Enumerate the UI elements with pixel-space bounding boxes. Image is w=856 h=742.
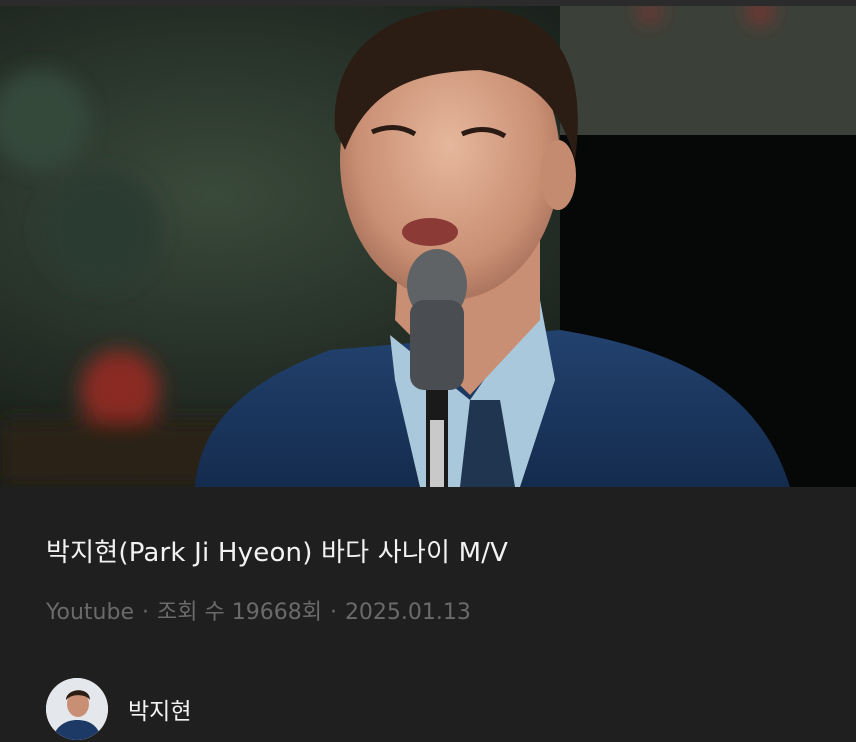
upload-date: 2025.01.13 [344,600,471,625]
channel-row[interactable]: 박지현 [46,677,191,741]
channel-name[interactable]: 박지현 [128,692,191,726]
channel-avatar[interactable] [46,678,108,740]
video-meta: Youtube · 조회 수 19668회 · 2025.01.13 [46,594,471,626]
thumbnail-image [0,0,856,487]
meta-separator: · [142,600,149,625]
video-source: Youtube [46,600,134,625]
video-thumbnail[interactable] [0,0,856,487]
video-title[interactable]: 박지현(Park Ji Hyeon) 바다 사나이 M/V [46,532,836,569]
meta-separator: · [329,600,337,625]
view-count: 조회 수 19668회 [157,600,322,625]
